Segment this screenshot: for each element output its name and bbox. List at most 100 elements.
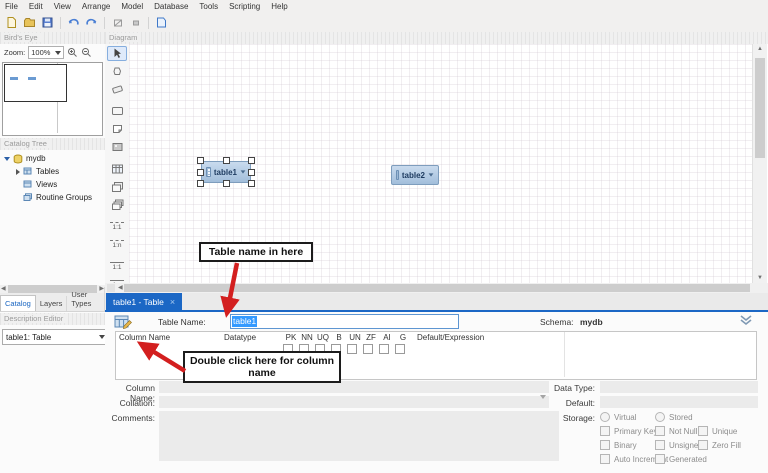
new-diagram-icon[interactable] — [154, 15, 169, 30]
menu-scripting[interactable]: Scripting — [229, 2, 260, 11]
table-icon — [206, 167, 211, 177]
redo-icon[interactable] — [84, 15, 99, 30]
annotation-column-name: Double click here for column name — [183, 351, 341, 383]
selection-handle[interactable] — [248, 157, 255, 164]
minimap-table2-mark — [28, 77, 36, 80]
hand-tool-icon[interactable] — [107, 64, 127, 79]
col-header-b[interactable]: B — [331, 333, 347, 342]
fit-page-icon[interactable] — [110, 15, 125, 30]
zf-checkbox[interactable] — [363, 344, 373, 354]
schema-value: mydb — [580, 317, 603, 327]
zoom-in-icon[interactable] — [67, 47, 78, 58]
menu-model[interactable]: Model — [121, 2, 143, 11]
table-tool-icon[interactable] — [107, 162, 127, 177]
scroll-down-icon[interactable]: ▼ — [753, 273, 767, 283]
new-model-icon[interactable] — [4, 15, 19, 30]
image-tool-icon[interactable] — [107, 140, 127, 155]
g-checkbox[interactable] — [395, 344, 405, 354]
main-toolbar — [0, 13, 768, 33]
active-tab-accent-line — [105, 310, 768, 312]
col-header-ai[interactable]: AI — [379, 333, 395, 342]
tree-node-routine-groups[interactable]: Routine Groups — [0, 191, 105, 204]
solid-line-icon — [110, 262, 124, 263]
zoom-out-icon[interactable] — [81, 47, 92, 58]
diagram-horizontal-scrollbar[interactable]: ◀ — [105, 283, 752, 293]
col-header-column-name[interactable]: Column Name — [116, 333, 224, 342]
col-header-default-expression[interactable]: Default/Expression — [411, 333, 484, 342]
undo-icon[interactable] — [66, 15, 81, 30]
selection-handle[interactable] — [223, 157, 230, 164]
birds-eye-zoom-controls: Zoom: 100% — [0, 45, 109, 60]
menu-database[interactable]: Database — [154, 2, 188, 11]
col-header-datatype[interactable]: Datatype — [224, 333, 283, 342]
tab-table1-editor[interactable]: table1 - Table × — [106, 293, 182, 310]
col-header-uq[interactable]: UQ — [315, 333, 331, 342]
radio-icon — [600, 412, 610, 422]
expander-open-icon[interactable] — [4, 157, 10, 161]
tab-user-types[interactable]: User Types — [67, 287, 105, 311]
routine-group-tool-icon[interactable] — [107, 197, 127, 212]
dashed-line-icon — [110, 240, 124, 241]
tab-catalog[interactable]: Catalog — [0, 295, 36, 311]
expander-closed-icon[interactable] — [16, 169, 20, 175]
menu-arrange[interactable]: Arrange — [82, 2, 110, 11]
view-tool-icon[interactable] — [107, 179, 127, 194]
scrollbar-thumb[interactable] — [124, 284, 750, 292]
table1-figure[interactable]: table1 — [201, 161, 251, 183]
ai-checkbox[interactable] — [379, 344, 389, 354]
col-header-zf[interactable]: ZF — [363, 333, 379, 342]
splitter-grip-icon[interactable] — [107, 284, 115, 292]
save-model-icon[interactable] — [40, 15, 55, 30]
eraser-tool-icon[interactable] — [107, 82, 127, 97]
expand-arrow-icon[interactable] — [241, 170, 246, 173]
zoom-level-select[interactable]: 100% — [28, 46, 64, 59]
scroll-left-icon[interactable]: ◀ — [117, 284, 124, 292]
selection-handle[interactable] — [197, 157, 204, 164]
birds-eye-minimap[interactable] — [2, 62, 103, 136]
close-icon[interactable]: × — [170, 297, 175, 307]
selection-handle[interactable] — [197, 169, 204, 176]
scroll-up-icon[interactable]: ▲ — [753, 44, 767, 54]
minimap-viewport[interactable] — [4, 64, 67, 102]
relationship-1n-nonidentifying-tool[interactable]: 1:n — [107, 237, 127, 252]
col-header-un[interactable]: UN — [347, 333, 363, 342]
scrollbar-thumb[interactable] — [755, 58, 765, 158]
table2-figure[interactable]: table2 — [391, 165, 439, 185]
tree-node-mydb[interactable]: mydb — [0, 152, 105, 165]
menu-file[interactable]: File — [5, 2, 18, 11]
selection-handle[interactable] — [197, 180, 204, 187]
tree-node-tables[interactable]: Tables — [0, 165, 105, 178]
tab-layers[interactable]: Layers — [36, 296, 68, 311]
scroll-left-icon[interactable]: ◀ — [0, 285, 7, 293]
expand-arrow-icon[interactable] — [429, 173, 434, 176]
selection-tool-icon[interactable] — [107, 46, 127, 61]
checkbox-icon — [655, 440, 665, 450]
col-header-g[interactable]: G — [395, 333, 411, 342]
collapse-panel-icon[interactable] — [739, 314, 753, 326]
relationship-11-identifying-tool[interactable]: 1:1 — [107, 259, 127, 274]
open-model-icon[interactable] — [22, 15, 37, 30]
table-name-input[interactable]: table1 — [230, 314, 459, 329]
diagram-vertical-scrollbar[interactable]: ▲ ▼ — [752, 44, 767, 283]
table-icon — [396, 170, 399, 180]
description-target-select[interactable]: table1: Table — [2, 329, 109, 345]
menu-edit[interactable]: Edit — [29, 2, 43, 11]
tree-node-views[interactable]: Views — [0, 178, 105, 191]
selection-handle[interactable] — [248, 169, 255, 176]
relationship-11-nonidentifying-tool[interactable]: 1:1 — [107, 219, 127, 234]
edit-table-icon — [114, 314, 134, 329]
un-checkbox[interactable] — [347, 344, 357, 354]
unsigned-checkbox: Unsigned — [655, 440, 703, 450]
layer-tool-icon[interactable] — [107, 104, 127, 119]
note-tool-icon[interactable] — [107, 122, 127, 137]
actual-size-icon[interactable] — [128, 15, 143, 30]
default-field — [600, 396, 758, 408]
selection-handle[interactable] — [248, 180, 255, 187]
catalog-tree: mydb Tables Views Routine Groups — [0, 152, 105, 204]
col-header-nn[interactable]: NN — [299, 333, 315, 342]
selection-handle[interactable] — [223, 180, 230, 187]
menu-view[interactable]: View — [54, 2, 71, 11]
menu-help[interactable]: Help — [271, 2, 287, 11]
menu-tools[interactable]: Tools — [199, 2, 218, 11]
col-header-pk[interactable]: PK — [283, 333, 299, 342]
